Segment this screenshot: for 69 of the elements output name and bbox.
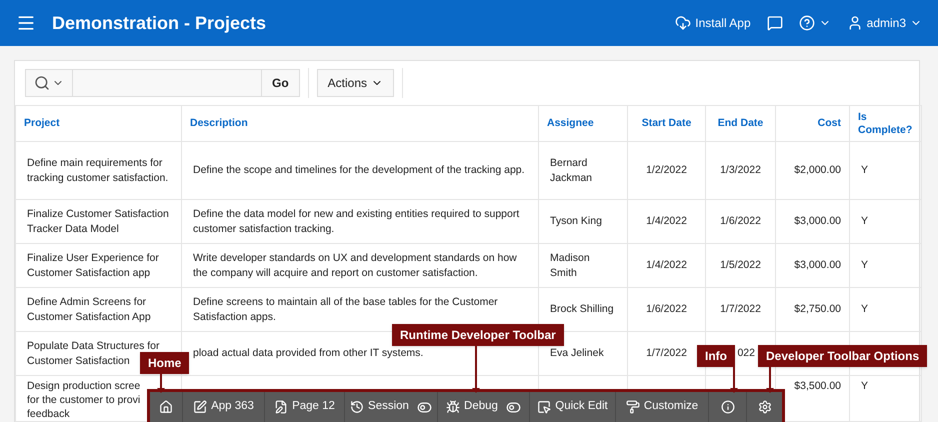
table-cell-text: 1/7/2022 (719, 302, 762, 317)
install-app-button[interactable]: Install App (675, 14, 751, 32)
table-cell-text: Finalize Customer Satisfaction Tracker Data Model (27, 206, 170, 236)
table-cell-text: 1/4/2022 (645, 258, 688, 273)
table-cell-text: 1/4/2022 (645, 214, 688, 229)
home-icon (159, 400, 173, 414)
page-title: Demonstration - Projects (52, 12, 266, 35)
user-icon (846, 15, 863, 31)
table-cell-text: Define Admin Screens for Customer Satisfaction App (27, 294, 152, 324)
table-cell-text: $2,750.00 (793, 302, 841, 317)
search-icon (34, 75, 50, 91)
help-icon (798, 15, 815, 31)
table-cell-text: Define screens to maintain all of the base tables for the Customer Satisfaction apps. (193, 294, 499, 324)
table-cell-text: Design production scree (27, 379, 140, 393)
table-cell-text: $3,500.00 (793, 379, 841, 393)
table-cell-text: 1/2/2022 (645, 163, 688, 178)
table-cell-text: 1/3/2022 (719, 163, 762, 178)
table-cell-text: Y (861, 258, 870, 273)
table-cell-text: $3,000.00 (793, 258, 841, 273)
chat-icon[interactable] (766, 15, 783, 31)
table-cell-text: Customer Satisfaction (27, 354, 130, 368)
table-cell-text: 1/7/2022 (645, 346, 688, 361)
callout-label: Home (140, 352, 190, 374)
go-button[interactable]: Go (261, 70, 299, 96)
table-cell-text: Tyson King (550, 214, 603, 229)
callout-label: Developer Toolbar Options (758, 345, 928, 367)
callout-label: Runtime Developer Toolbar (392, 324, 564, 346)
table-cell-text: Y (861, 214, 870, 229)
callout-label: Info (697, 345, 735, 367)
table-cell-text: Finalize User Experience for Customer Satisfaction app (27, 250, 160, 280)
page-toolbar-button[interactable]: Page 12 (265, 392, 345, 422)
table-cell-text: pload actual data provided from other IT systems. (193, 346, 424, 361)
app-toolbar-button[interactable]: App 363 (183, 392, 265, 422)
cloud-download-icon (675, 15, 692, 31)
table-cell-text: Define the scope and timelines for the development of the tracking app. (193, 163, 526, 178)
table-cell-text: Brock Shilling (550, 302, 615, 317)
help-button[interactable] (798, 15, 831, 31)
table-cell-text: Write developer standards on UX and development standards on how the company will acquire and report on customer satisfaction. (193, 250, 518, 280)
settings-icon (758, 400, 772, 414)
table-cell-text: Define main requirements for tracking customer satisfaction. (27, 156, 170, 186)
bug-icon (446, 400, 460, 414)
table-cell-text: feedback (27, 407, 70, 421)
pencil-square-icon (193, 400, 208, 414)
paint-roller-icon (626, 400, 640, 414)
table-cell-text: Y (861, 379, 870, 393)
table-cell-text: Bernard Jackman (550, 156, 594, 186)
table-cell-text: $3,000.00 (793, 214, 841, 229)
table-cell-text: Define the data model for new and existing entities required to support customer satisfaction tracking. (193, 206, 520, 236)
info-icon (720, 400, 734, 414)
page-edit-icon (274, 400, 288, 414)
table-cell-text: 1/6/2022 (645, 302, 688, 317)
table-cell-text: Madison Smith (550, 250, 591, 280)
table-cell-text: Eva Jelinek (550, 346, 605, 361)
actions-button[interactable]: Actions (316, 69, 394, 97)
pointer-icon (537, 400, 552, 414)
debug-toolbar-button[interactable]: Debug (438, 392, 530, 422)
session-toolbar-button[interactable]: Session (345, 392, 438, 422)
search-field[interactable]: Go (25, 69, 300, 97)
clock-icon (350, 400, 364, 414)
table-cell-text: 1/6/2022 (719, 214, 762, 229)
quickedit-toolbar-button[interactable]: Quick Edit (530, 392, 616, 422)
table-cell-text: Populate Data Structures for (27, 338, 160, 354)
table-cell-text: $2,000.00 (793, 163, 841, 178)
customize-toolbar-button[interactable]: Customize (616, 392, 709, 422)
table-cell-text: Y (861, 302, 870, 317)
table-cell-text: Y (861, 163, 870, 178)
table-cell-text: 1/5/2022 (719, 258, 762, 273)
table-cell-text: for the customer to provi (27, 393, 140, 407)
user-menu-button[interactable]: admin3 (846, 14, 922, 32)
